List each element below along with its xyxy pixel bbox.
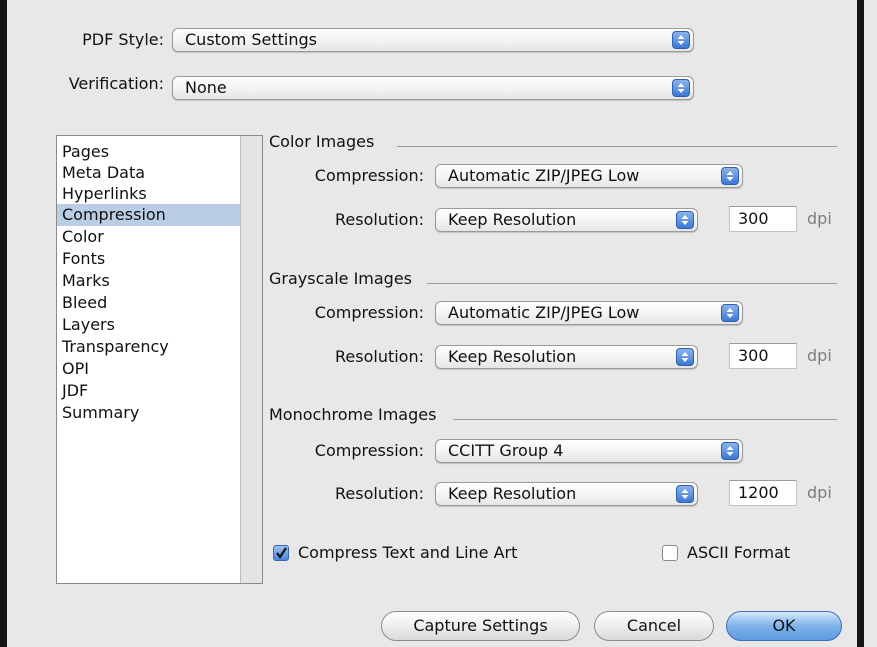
up-down-arrows-icon	[721, 304, 739, 322]
list-item-meta-data[interactable]: Meta Data	[57, 162, 241, 184]
monochrome-compression-label: Compression:	[314, 441, 424, 460]
grayscale-dpi-unit: dpi	[807, 346, 832, 365]
monochrome-compression-value: CCITT Group 4	[448, 441, 564, 460]
color-compression-popup[interactable]: Automatic ZIP/JPEG Low	[435, 164, 743, 188]
list-item-bleed[interactable]: Bleed	[57, 292, 241, 314]
color-dpi-input[interactable]: 300	[729, 206, 797, 232]
capture-settings-button[interactable]: Capture Settings	[381, 611, 580, 641]
monochrome-resolution-popup[interactable]: Keep Resolution	[435, 482, 698, 506]
up-down-arrows-icon	[676, 348, 694, 366]
section-title-color-images: Color Images	[269, 132, 375, 151]
monochrome-resolution-label: Resolution:	[335, 484, 424, 503]
section-divider	[397, 146, 837, 147]
grayscale-resolution-value: Keep Resolution	[448, 347, 577, 366]
color-resolution-label: Resolution:	[335, 210, 424, 229]
color-dpi-unit: dpi	[807, 209, 832, 228]
section-title-monochrome-images: Monochrome Images	[269, 405, 437, 424]
dialog-window: PDF Style: Custom Settings Verification:…	[0, 0, 864, 647]
section-title-grayscale-images: Grayscale Images	[269, 269, 413, 288]
list-item-transparency[interactable]: Transparency	[57, 336, 241, 358]
compress-text-checkbox[interactable]	[273, 545, 289, 561]
verification-label: Verification:	[68, 74, 164, 93]
pdf-style-value: Custom Settings	[185, 30, 318, 49]
list-item-marks[interactable]: Marks	[57, 270, 241, 292]
up-down-arrows-icon	[672, 79, 690, 97]
monochrome-dpi-input[interactable]: 1200	[729, 480, 797, 506]
list-scrollbar[interactable]	[240, 136, 262, 583]
pdf-style-label: PDF Style:	[82, 30, 164, 49]
ok-button[interactable]: OK	[726, 611, 842, 641]
grayscale-dpi-input[interactable]: 300	[729, 343, 797, 369]
monochrome-dpi-unit: dpi	[807, 483, 832, 502]
monochrome-compression-popup[interactable]: CCITT Group 4	[435, 439, 743, 463]
up-down-arrows-icon	[672, 31, 690, 49]
ascii-format-label[interactable]: ASCII Format	[687, 542, 790, 564]
list-item-opi[interactable]: OPI	[57, 358, 241, 380]
grayscale-resolution-label: Resolution:	[335, 347, 424, 366]
list-item-fonts[interactable]: Fonts	[57, 248, 241, 270]
up-down-arrows-icon	[721, 167, 739, 185]
list-item-pages[interactable]: Pages	[57, 141, 241, 163]
grayscale-resolution-popup[interactable]: Keep Resolution	[435, 345, 698, 369]
section-divider	[453, 419, 837, 420]
compress-text-label[interactable]: Compress Text and Line Art	[298, 542, 517, 564]
ascii-format-checkbox[interactable]	[662, 545, 678, 561]
list-item-layers[interactable]: Layers	[57, 314, 241, 336]
verification-value: None	[185, 78, 227, 97]
monochrome-resolution-value: Keep Resolution	[448, 484, 577, 503]
list-item-compression[interactable]: Compression	[57, 204, 241, 226]
section-divider	[427, 283, 837, 284]
up-down-arrows-icon	[676, 485, 694, 503]
grayscale-compression-popup[interactable]: Automatic ZIP/JPEG Low	[435, 301, 743, 325]
grayscale-compression-label: Compression:	[314, 303, 424, 322]
color-resolution-value: Keep Resolution	[448, 210, 577, 229]
verification-popup[interactable]: None	[172, 76, 694, 100]
list-item-summary[interactable]: Summary	[57, 402, 241, 424]
category-list[interactable]: Pages Meta Data Hyperlinks Compression C…	[56, 135, 263, 584]
list-item-color[interactable]: Color	[57, 226, 241, 248]
color-compression-value: Automatic ZIP/JPEG Low	[448, 166, 640, 185]
color-resolution-popup[interactable]: Keep Resolution	[435, 208, 698, 232]
up-down-arrows-icon	[676, 211, 694, 229]
color-compression-label: Compression:	[314, 166, 424, 185]
pdf-style-popup[interactable]: Custom Settings	[172, 28, 694, 52]
list-item-jdf[interactable]: JDF	[57, 380, 241, 402]
list-item-hyperlinks[interactable]: Hyperlinks	[57, 183, 241, 205]
up-down-arrows-icon	[721, 442, 739, 460]
cancel-button[interactable]: Cancel	[594, 611, 714, 641]
checkmark-icon	[276, 547, 287, 559]
grayscale-compression-value: Automatic ZIP/JPEG Low	[448, 303, 640, 322]
